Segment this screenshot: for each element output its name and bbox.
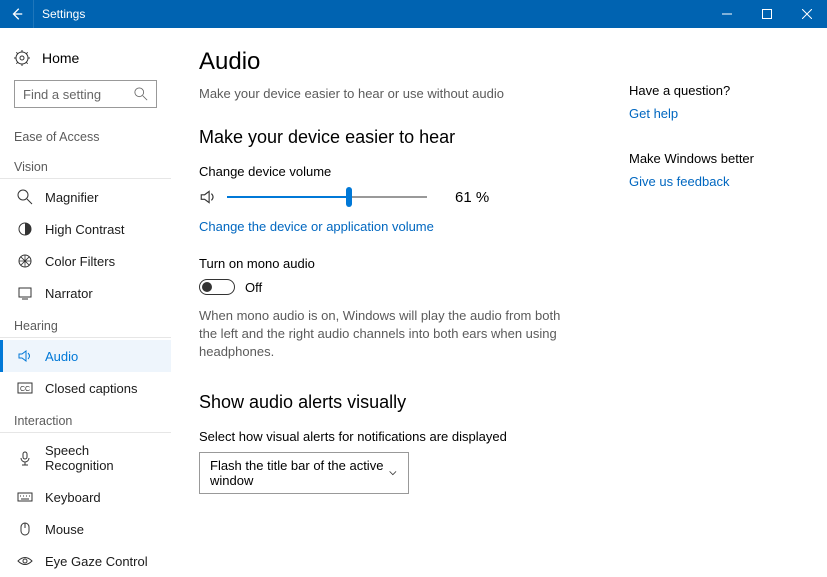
cc-icon: CC — [17, 380, 33, 396]
sidebar-item-label: Keyboard — [45, 490, 101, 505]
volume-slider[interactable] — [227, 187, 427, 207]
page-title: Audio — [199, 48, 599, 76]
sidebar-item-keyboard[interactable]: Keyboard — [0, 481, 171, 513]
color-filters-icon — [17, 253, 33, 269]
search-placeholder: Find a setting — [23, 87, 101, 102]
sidebar-item-speech-recognition[interactable]: Speech Recognition — [0, 435, 171, 481]
home-label: Home — [42, 50, 79, 66]
feedback-heading: Make Windows better — [629, 151, 799, 166]
group-label-vision: Vision — [0, 150, 171, 179]
microphone-icon — [17, 450, 33, 466]
sidebar-item-mouse[interactable]: Mouse — [0, 513, 171, 545]
sidebar-item-label: Eye Gaze Control — [45, 554, 148, 569]
minimize-button[interactable] — [707, 0, 747, 28]
window-title: Settings — [34, 7, 85, 21]
sidebar-item-label: High Contrast — [45, 222, 124, 237]
svg-text:CC: CC — [20, 386, 30, 393]
volume-speaker-icon — [199, 188, 217, 206]
close-button[interactable] — [787, 0, 827, 28]
sidebar-item-magnifier[interactable]: Magnifier — [0, 181, 171, 213]
get-help-link[interactable]: Get help — [629, 106, 799, 121]
narrator-icon — [17, 285, 33, 301]
sidebar: Home Find a setting Ease of Access Visio… — [0, 28, 171, 565]
chevron-down-icon — [388, 467, 398, 479]
maximize-icon — [762, 9, 772, 19]
search-input[interactable]: Find a setting — [14, 80, 157, 108]
sidebar-item-label: Speech Recognition — [45, 443, 157, 473]
visual-alerts-dropdown[interactable]: Flash the title bar of the active window — [199, 452, 409, 494]
eye-icon — [17, 553, 33, 569]
magnifier-icon — [17, 189, 33, 205]
back-button[interactable] — [0, 0, 34, 28]
question-heading: Have a question? — [629, 83, 799, 98]
sidebar-item-label: Audio — [45, 349, 78, 364]
sidebar-item-label: Magnifier — [45, 190, 98, 205]
section-hear-heading: Make your device easier to hear — [199, 127, 599, 148]
sidebar-item-label: Mouse — [45, 522, 84, 537]
page-subtitle: Make your device easier to hear or use w… — [199, 86, 599, 101]
close-icon — [802, 9, 812, 19]
dropdown-value: Flash the title bar of the active window — [210, 458, 388, 488]
window-controls — [707, 0, 827, 28]
mono-audio-state: Off — [245, 280, 262, 295]
gear-icon — [14, 50, 30, 66]
sidebar-item-audio[interactable]: Audio — [0, 340, 171, 372]
arrow-left-icon — [10, 7, 24, 21]
sidebar-item-color-filters[interactable]: Color Filters — [0, 245, 171, 277]
alerts-label: Select how visual alerts for notificatio… — [199, 429, 599, 444]
speaker-icon — [17, 348, 33, 364]
mono-audio-description: When mono audio is on, Windows will play… — [199, 307, 579, 362]
sidebar-item-narrator[interactable]: Narrator — [0, 277, 171, 309]
sidebar-item-label: Narrator — [45, 286, 93, 301]
volume-label: Change device volume — [199, 164, 599, 179]
give-feedback-link[interactable]: Give us feedback — [629, 174, 799, 189]
keyboard-icon — [17, 489, 33, 505]
contrast-icon — [17, 221, 33, 237]
volume-value: 61 % — [455, 189, 489, 206]
title-bar: Settings — [0, 0, 827, 28]
section-alerts-heading: Show audio alerts visually — [199, 392, 599, 413]
search-icon — [134, 87, 148, 101]
mono-audio-toggle[interactable] — [199, 279, 235, 295]
sidebar-item-high-contrast[interactable]: High Contrast — [0, 213, 171, 245]
home-button[interactable]: Home — [0, 44, 171, 80]
sidebar-item-label: Color Filters — [45, 254, 115, 269]
category-label: Ease of Access — [0, 120, 171, 150]
mouse-icon — [17, 521, 33, 537]
main-content: Audio Make your device easier to hear or… — [171, 28, 827, 565]
mono-audio-label: Turn on mono audio — [199, 256, 599, 271]
minimize-icon — [722, 9, 732, 19]
maximize-button[interactable] — [747, 0, 787, 28]
sidebar-item-eye-gaze-control[interactable]: Eye Gaze Control — [0, 545, 171, 577]
sidebar-item-label: Closed captions — [45, 381, 138, 396]
group-label-hearing: Hearing — [0, 309, 171, 338]
sidebar-item-closed-captions[interactable]: CC Closed captions — [0, 372, 171, 404]
change-device-link[interactable]: Change the device or application volume — [199, 219, 599, 234]
group-label-interaction: Interaction — [0, 404, 171, 433]
